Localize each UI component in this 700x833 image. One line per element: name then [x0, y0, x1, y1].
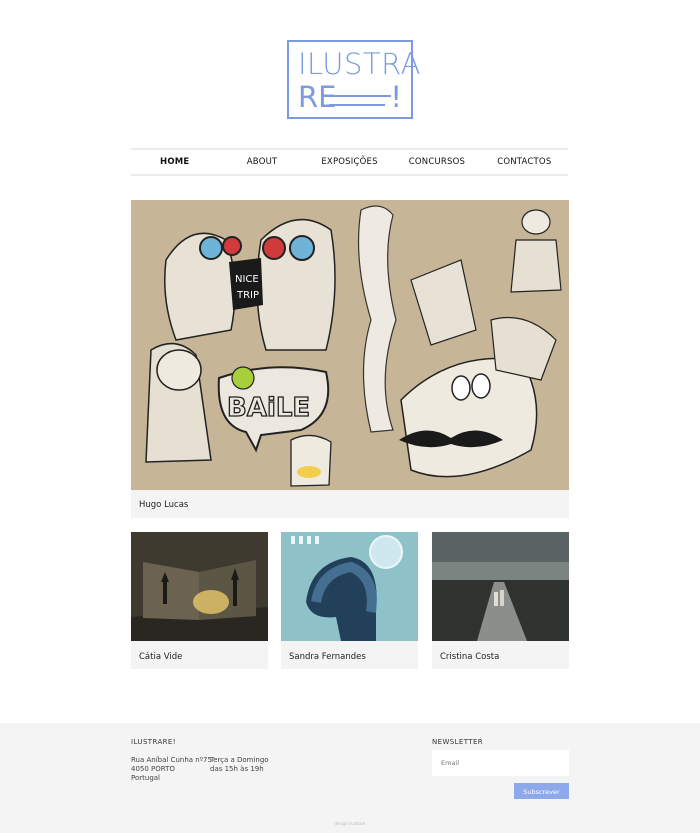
- featured-artwork[interactable]: NICE TRIP BAiLE Hugo Lucas: [131, 200, 569, 518]
- footer-hours: Terça a Domingo das 15h às 19h: [210, 756, 269, 774]
- subscribe-button[interactable]: Subscrever: [514, 783, 569, 799]
- card-caption[interactable]: Sandra Fernandes: [289, 652, 366, 662]
- email-field[interactable]: [432, 750, 569, 776]
- main-nav: HOME ABOUT EXPOSIÇÕES CONCURSOS CONTACTO…: [131, 148, 568, 176]
- footer-credit: design ilustrare: [334, 821, 366, 826]
- card-image-blue-head[interactable]: [281, 532, 418, 641]
- logo-bar: [329, 95, 391, 97]
- address-line: 4050 PORTO: [131, 765, 175, 773]
- nav-home[interactable]: HOME: [131, 150, 218, 174]
- artwork-card[interactable]: Sandra Fernandes: [281, 532, 418, 669]
- card-caption[interactable]: Cristina Costa: [440, 652, 499, 662]
- nav-about[interactable]: ABOUT: [218, 150, 305, 174]
- address-line: Portugal: [131, 774, 160, 782]
- site-footer: ILUSTRARE! Rua Aníbal Cunha nº75 4050 PO…: [0, 723, 700, 833]
- artwork-card[interactable]: Cátia Vide: [131, 532, 268, 669]
- hero-illustration-art: NICE TRIP BAiLE: [131, 200, 569, 490]
- card-image-popup-book[interactable]: [131, 532, 268, 641]
- logo-mark: !: [390, 80, 402, 114]
- site-logo[interactable]: ILUSTRA RE !: [287, 40, 420, 119]
- card-caption[interactable]: Cátia Vide: [139, 652, 182, 662]
- nav-exposicoes[interactable]: EXPOSIÇÕES: [306, 150, 393, 174]
- footer-brand: ILUSTRARE!: [131, 738, 176, 746]
- nav-contactos[interactable]: CONTACTOS: [481, 150, 568, 174]
- footer-address: Rua Aníbal Cunha nº75 4050 PORTO Portuga…: [131, 756, 212, 783]
- svg-text:TRIP: TRIP: [236, 290, 259, 301]
- newsletter-title: NEWSLETTER: [432, 738, 484, 746]
- svg-text:BAiLE: BAiLE: [227, 393, 310, 423]
- logo-line2: RE: [298, 80, 337, 114]
- logo-line1: ILUSTRA: [298, 47, 421, 81]
- card-image-road-landscape[interactable]: [432, 532, 569, 641]
- artwork-card[interactable]: Cristina Costa: [432, 532, 569, 669]
- card-image-art: [432, 532, 569, 641]
- card-image-art: [281, 532, 418, 641]
- hero-illustration[interactable]: NICE TRIP BAiLE: [131, 200, 569, 490]
- svg-text:NICE: NICE: [235, 274, 259, 285]
- hours-line: das 15h às 19h: [210, 765, 264, 773]
- nav-concursos[interactable]: CONCURSOS: [393, 150, 480, 174]
- hero-caption[interactable]: Hugo Lucas: [139, 500, 188, 510]
- logo-bar: [329, 104, 385, 106]
- hours-line: Terça a Domingo: [210, 756, 269, 764]
- card-image-art: [131, 532, 268, 641]
- address-line: Rua Aníbal Cunha nº75: [131, 756, 212, 764]
